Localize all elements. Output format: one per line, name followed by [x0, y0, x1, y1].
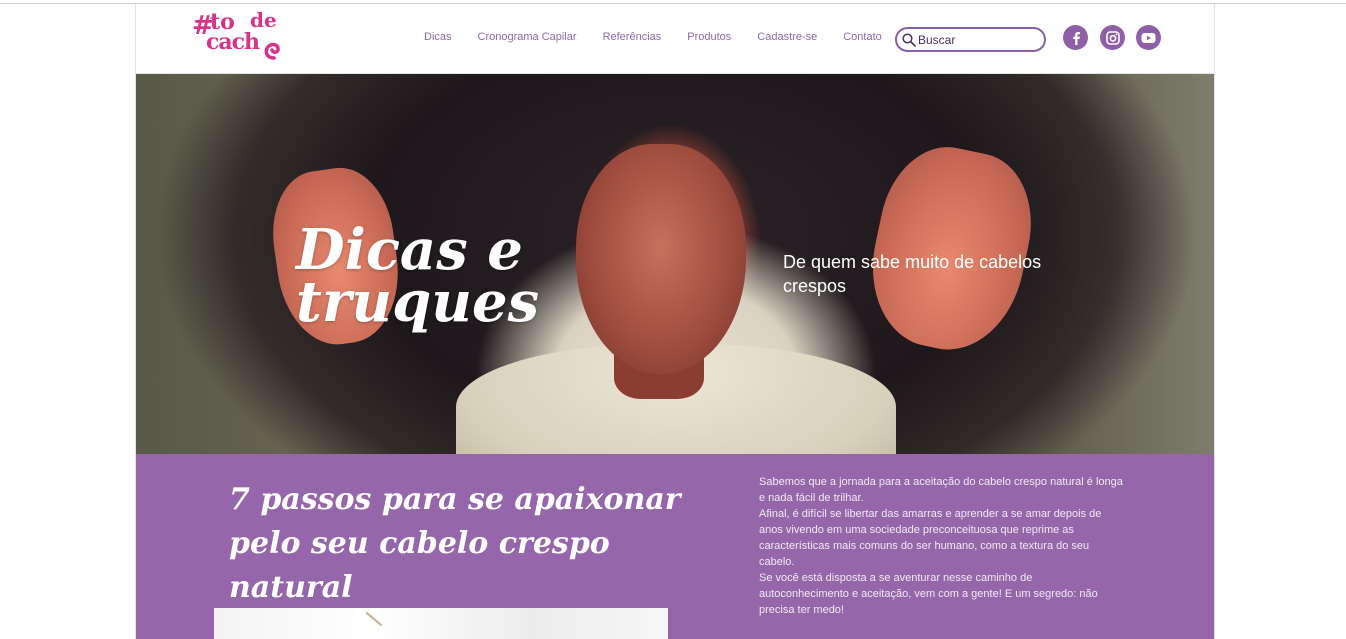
nav-item-contato[interactable]: Contato: [843, 31, 882, 43]
search-input[interactable]: [918, 32, 1038, 47]
nav-item-produtos[interactable]: Produtos: [687, 31, 731, 43]
youtube-icon[interactable]: [1136, 25, 1161, 50]
instagram-glyph: [1105, 30, 1120, 45]
logo-word-de: de: [250, 8, 277, 32]
article-intro: Sabemos que a jornada para a aceitação d…: [759, 474, 1124, 618]
search-icon[interactable]: [902, 32, 916, 47]
hero-banner: Dicas e truques De quem sabe muito de ca…: [136, 74, 1214, 454]
site-header: # to de cach Dicas Cronograma Capilar Re…: [136, 4, 1214, 74]
hero-photo-face: [576, 144, 746, 374]
instagram-icon[interactable]: [1100, 25, 1125, 50]
article-title[interactable]: 7 passos para se apaixonar pelo seu cabe…: [229, 478, 709, 610]
article-paragraph: Afinal, é difícil se libertar das amarra…: [759, 508, 1102, 568]
article-image-detail: [365, 611, 383, 627]
article-image[interactable]: [214, 608, 668, 639]
youtube-glyph: [1141, 32, 1156, 43]
hero-title: Dicas e truques: [296, 217, 540, 335]
nav-item-cronograma-capilar[interactable]: Cronograma Capilar: [478, 31, 577, 43]
nav-item-cadastre-se[interactable]: Cadastre-se: [757, 31, 817, 43]
nav-item-referencias[interactable]: Referências: [603, 31, 662, 43]
facebook-icon[interactable]: [1063, 25, 1088, 50]
article-paragraph: Se você está disposta a se aventurar nes…: [759, 572, 1098, 616]
featured-article-section: 7 passos para se apaixonar pelo seu cabe…: [136, 454, 1214, 639]
site-logo[interactable]: # to de cach: [192, 8, 292, 62]
nav-item-dicas[interactable]: Dicas: [424, 31, 452, 43]
logo-swirl-icon: [264, 42, 280, 60]
logo-word-cach: cach: [206, 29, 260, 55]
hero-subtitle: De quem sabe muito de cabelos crespos: [783, 252, 1042, 296]
article-paragraph: Sabemos que a jornada para a aceitação d…: [759, 476, 1123, 504]
facebook-glyph: [1072, 31, 1080, 45]
search-box[interactable]: [895, 27, 1046, 52]
hero-photo-right-hand: [856, 135, 1046, 363]
page-container: # to de cach Dicas Cronograma Capilar Re…: [135, 4, 1215, 639]
main-nav: Dicas Cronograma Capilar Referências Pro…: [424, 31, 908, 43]
